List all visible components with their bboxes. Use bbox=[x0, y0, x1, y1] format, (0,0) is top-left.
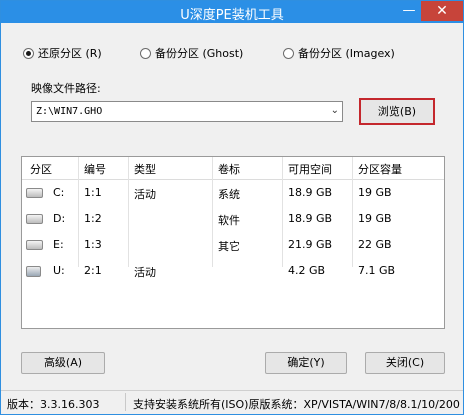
cell-number: 1:1 bbox=[84, 186, 102, 199]
col-header-number[interactable]: 编号 bbox=[84, 161, 106, 177]
window-title: U深度PE装机工具 bbox=[180, 8, 284, 23]
cell-free-space: 21.9 GB bbox=[288, 238, 333, 251]
cell-label: 软件 bbox=[218, 214, 240, 227]
cell-drive: D: bbox=[53, 212, 66, 225]
close-window-button[interactable]: ✕ bbox=[421, 1, 463, 21]
radio-restore-label: 还原分区 (R) bbox=[38, 47, 102, 60]
cell-number: 2:1 bbox=[84, 264, 102, 277]
image-path-combobox[interactable]: ⌄ bbox=[31, 101, 343, 122]
cell-capacity: 19 GB bbox=[358, 186, 392, 199]
partition-table: 分区 编号 类型 卷标 可用空间 分区容量 C: 1:1 活动 系统 18.9 … bbox=[21, 156, 445, 329]
table-row[interactable]: U: 2:1 活动 4.2 GB 7.1 GB bbox=[22, 260, 444, 282]
radio-restore-dot[interactable] bbox=[23, 47, 34, 59]
minimize-button[interactable]: — bbox=[397, 1, 421, 21]
radio-ghost-label: 备份分区 (Ghost) bbox=[155, 47, 244, 60]
cell-capacity: 7.1 GB bbox=[358, 264, 396, 277]
radio-imagex-dot[interactable] bbox=[283, 47, 294, 59]
cell-type: 活动 bbox=[134, 266, 156, 279]
image-path-label: 映像文件路径: bbox=[31, 82, 101, 95]
advanced-button[interactable]: 高级(A) bbox=[21, 352, 105, 374]
table-row[interactable]: C: 1:1 活动 系统 18.9 GB 19 GB bbox=[22, 182, 444, 204]
disk-icon bbox=[26, 240, 43, 250]
col-header-capacity[interactable]: 分区容量 bbox=[358, 161, 402, 177]
cell-label: 其它 bbox=[218, 240, 240, 253]
cell-label: 系统 bbox=[218, 188, 240, 201]
col-header-free-space[interactable]: 可用空间 bbox=[288, 161, 332, 177]
confirm-button[interactable]: 确定(Y) bbox=[265, 352, 347, 374]
cell-free-space: 18.9 GB bbox=[288, 212, 333, 225]
version-text: 版本：3.3.16.303 bbox=[7, 398, 100, 411]
cell-type: 活动 bbox=[134, 188, 156, 201]
status-divider bbox=[125, 393, 126, 411]
radio-backup-imagex[interactable]: 备份分区 (Imagex) bbox=[283, 45, 395, 61]
table-row[interactable]: E: 1:3 其它 21.9 GB 22 GB bbox=[22, 234, 444, 256]
chevron-down-icon[interactable]: ⌄ bbox=[331, 105, 339, 116]
image-path-input[interactable] bbox=[32, 102, 330, 121]
cell-capacity: 22 GB bbox=[358, 238, 392, 251]
disk-icon bbox=[26, 188, 43, 198]
table-row[interactable]: D: 1:2 软件 18.9 GB 19 GB bbox=[22, 208, 444, 230]
radio-restore-partition[interactable]: 还原分区 (R) bbox=[23, 45, 102, 61]
radio-imagex-label: 备份分区 (Imagex) bbox=[298, 47, 395, 60]
table-header: 分区 编号 类型 卷标 可用空间 分区容量 bbox=[22, 157, 444, 180]
col-header-label[interactable]: 卷标 bbox=[218, 161, 240, 177]
cell-capacity: 19 GB bbox=[358, 212, 392, 225]
cell-free-space: 4.2 GB bbox=[288, 264, 326, 277]
installer-window: U深度PE装机工具 — ✕ 还原分区 (R) 备份分区 (Ghost) 备份分区… bbox=[0, 0, 464, 415]
cell-number: 1:2 bbox=[84, 212, 102, 225]
col-header-partition[interactable]: 分区 bbox=[30, 161, 52, 177]
status-bar: 版本：3.3.16.303 支持安装系统所有(ISO)原版系统：XP/VISTA… bbox=[1, 390, 463, 414]
disk-icon bbox=[26, 214, 43, 224]
browse-button[interactable]: 浏览(B) bbox=[359, 98, 435, 125]
radio-backup-ghost[interactable]: 备份分区 (Ghost) bbox=[140, 45, 243, 61]
cell-drive: U: bbox=[53, 264, 65, 277]
col-header-type[interactable]: 类型 bbox=[134, 161, 156, 177]
cell-free-space: 18.9 GB bbox=[288, 186, 333, 199]
cell-number: 1:3 bbox=[84, 238, 102, 251]
radio-ghost-dot[interactable] bbox=[140, 47, 151, 59]
title-bar[interactable]: U深度PE装机工具 — ✕ bbox=[1, 1, 463, 23]
cell-drive: C: bbox=[53, 186, 65, 199]
usb-drive-icon bbox=[26, 266, 41, 277]
support-text: 支持安装系统所有(ISO)原版系统：XP/VISTA/WIN7/8/8.1/10… bbox=[133, 398, 460, 411]
cell-drive: E: bbox=[53, 238, 64, 251]
close-button[interactable]: 关闭(C) bbox=[365, 352, 445, 374]
